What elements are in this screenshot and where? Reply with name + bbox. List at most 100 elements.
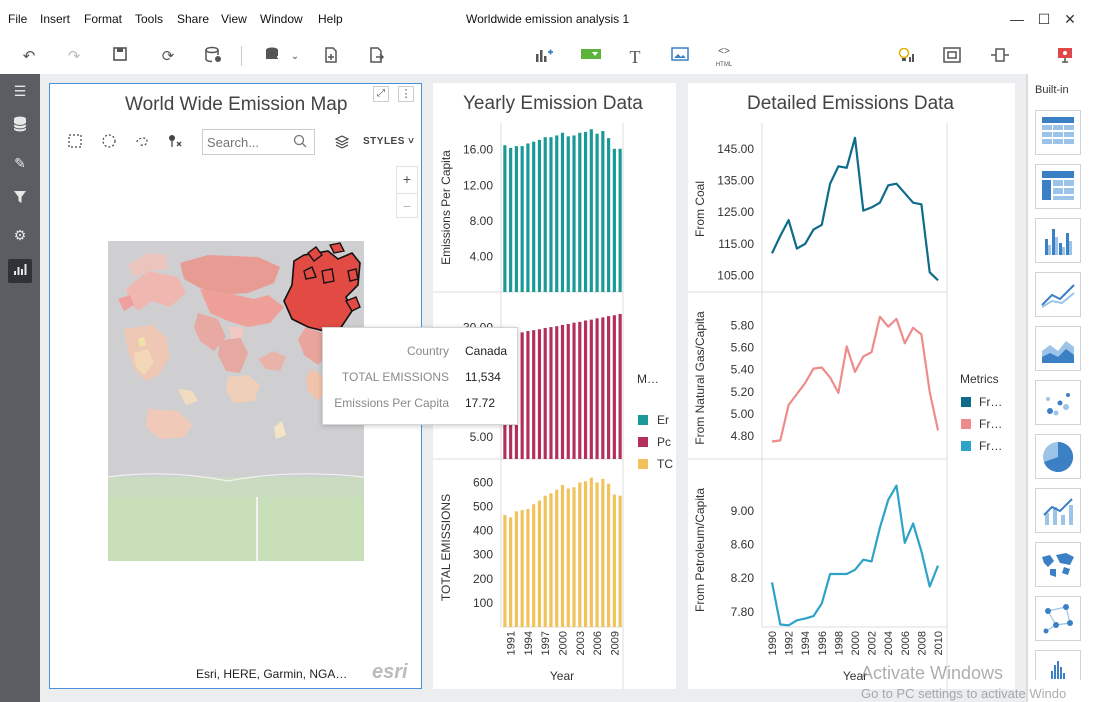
text-box-icon[interactable]: T <box>624 46 646 68</box>
bar <box>601 478 605 627</box>
window-title: Worldwide emission analysis 1 <box>466 12 630 26</box>
y-tick-label: 300 <box>473 548 493 562</box>
map-search-box[interactable] <box>202 129 315 155</box>
zoom-out-button[interactable]: − <box>397 193 417 218</box>
bar <box>560 132 565 292</box>
histogram-viz-icon[interactable] <box>1035 650 1081 680</box>
menu-bar: File Insert Format Tools Share View Wind… <box>0 0 1093 38</box>
gear-icon[interactable]: ⚙ <box>8 223 32 247</box>
pencil-icon[interactable]: ✎ <box>8 151 32 175</box>
bar <box>583 481 588 627</box>
bar <box>549 493 553 627</box>
pivot-viz-icon[interactable] <box>1035 164 1081 209</box>
builtin-title: Built-in <box>1035 84 1069 96</box>
filter-icon[interactable] <box>8 187 32 211</box>
add-chart-icon[interactable] <box>533 46 555 68</box>
undo-icon[interactable]: ↶ <box>18 46 40 68</box>
more-menu-icon[interactable]: ⋮ <box>398 86 414 102</box>
menu-help[interactable]: Help <box>318 12 343 26</box>
html-icon[interactable]: <> HTML <box>713 46 735 68</box>
export-icon[interactable] <box>365 46 387 68</box>
bar <box>618 313 622 459</box>
bar <box>607 316 611 459</box>
fit-screen-icon[interactable] <box>941 46 963 68</box>
bar <box>537 139 542 292</box>
legend-swatch <box>961 397 971 407</box>
pages-icon[interactable]: ☰ <box>8 79 32 103</box>
maximize-icon[interactable]: ☐ <box>1034 8 1054 30</box>
save-icon[interactable] <box>109 46 131 68</box>
x-tick-label: 1996 <box>817 631 829 655</box>
bar <box>595 318 599 459</box>
grid-viz-icon[interactable] <box>1035 110 1081 155</box>
search-icon[interactable] <box>293 134 307 151</box>
y-tick-label: 5.00 <box>731 407 755 421</box>
area-viz-icon[interactable] <box>1035 326 1081 371</box>
detailed-chart: 105.00 115.00 125.00 135.00 145.00 From Coal 4… <box>688 123 1002 689</box>
add-data-icon[interactable] <box>262 46 284 68</box>
data-icon[interactable] <box>8 115 32 139</box>
zoom-in-button[interactable]: + <box>397 167 417 192</box>
legend-swatch <box>961 441 971 451</box>
menu-file[interactable]: File <box>8 12 27 26</box>
rectangle-select-icon[interactable] <box>67 133 83 152</box>
clear-selection-icon[interactable] <box>167 133 183 152</box>
map-viz-icon[interactable] <box>1035 542 1081 587</box>
lasso-select-icon[interactable] <box>134 133 150 152</box>
image-icon[interactable] <box>669 46 691 68</box>
legend-swatch <box>961 419 971 429</box>
y-tick-label: 105.00 <box>717 269 754 283</box>
toolbar: ↶ ↷ ⟳ ⌄ T <> HTML <box>0 38 1093 74</box>
menu-tools[interactable]: Tools <box>135 12 163 26</box>
expand-icon[interactable]: ⤢ <box>373 86 389 102</box>
bar <box>572 322 576 459</box>
y-axis-label: From Petroleum/Capita <box>693 488 707 612</box>
circle-select-icon[interactable] <box>101 133 117 152</box>
detailed-emissions-card[interactable]: Detailed Emissions Data 105.00 115.00 125.… <box>688 83 1015 689</box>
combo-viz-icon[interactable] <box>1035 488 1081 533</box>
layout-icon[interactable] <box>989 46 1011 68</box>
legend-label: TC <box>657 457 673 471</box>
y-tick-label: 4.80 <box>731 429 755 443</box>
network-viz-icon[interactable] <box>1035 596 1081 641</box>
menu-format[interactable]: Format <box>84 12 122 26</box>
legend-swatch <box>638 437 648 447</box>
bar <box>578 321 582 459</box>
styles-button[interactable]: STYLES ˅ <box>363 136 415 147</box>
x-tick-label: 1994 <box>800 631 812 655</box>
pie-viz-icon[interactable] <box>1035 434 1081 479</box>
menu-window[interactable]: Window <box>260 12 303 26</box>
bar <box>549 327 553 459</box>
tooltip-label: Emissions Per Capita <box>334 396 449 410</box>
y-tick-label: 9.00 <box>731 504 755 518</box>
chart-icon[interactable] <box>8 259 32 283</box>
bar <box>583 131 588 292</box>
minimize-icon[interactable]: — <box>1007 8 1027 30</box>
scatter-viz-icon[interactable] <box>1035 380 1081 425</box>
bar <box>514 146 518 292</box>
bar <box>555 489 559 627</box>
menu-insert[interactable]: Insert <box>40 12 70 26</box>
chevron-down-icon[interactable]: ⌄ <box>284 46 306 68</box>
filter-control-icon[interactable] <box>580 46 602 68</box>
y-tick-label: 5.60 <box>731 341 755 355</box>
bar <box>601 317 605 459</box>
bar <box>595 133 599 292</box>
y-tick-label: 5.80 <box>731 319 755 333</box>
insights-icon[interactable] <box>895 46 917 68</box>
bar <box>566 324 570 459</box>
x-tick-label: 1990 <box>767 631 779 655</box>
redo-icon[interactable]: ↷ <box>63 46 85 68</box>
menu-view[interactable]: View <box>221 12 247 26</box>
layers-icon[interactable] <box>334 134 350 153</box>
y-tick-label: 5.40 <box>731 363 755 377</box>
present-icon[interactable] <box>1054 46 1076 68</box>
bar-viz-icon[interactable] <box>1035 218 1081 263</box>
close-icon[interactable]: ✕ <box>1060 8 1080 30</box>
refresh-icon[interactable]: ⟳ <box>157 46 179 68</box>
new-sheet-icon[interactable] <box>320 46 342 68</box>
menu-share[interactable]: Share <box>177 12 209 26</box>
map-search-input[interactable] <box>207 133 289 151</box>
database-icon[interactable] <box>202 46 224 68</box>
line-viz-icon[interactable] <box>1035 272 1081 317</box>
